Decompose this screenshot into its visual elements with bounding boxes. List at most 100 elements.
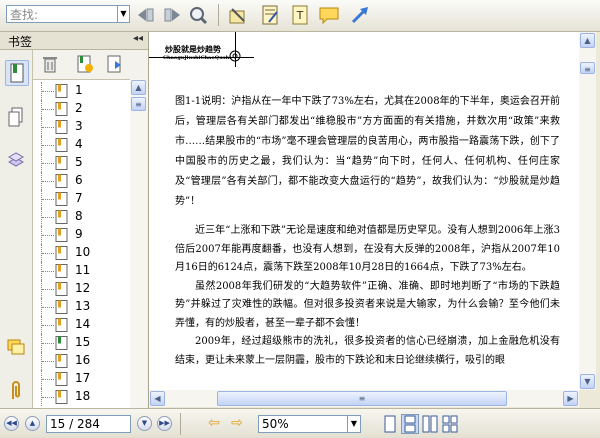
bookmark-label: 18 xyxy=(75,389,91,403)
bookmarks-panel: 书签 ◂◂ 1 2 3 4 5 6 7 8 9 10 11 12 13 14 15 16 17 18 ▲ xyxy=(0,32,149,438)
scroll-thumb[interactable]: ≡ xyxy=(217,391,507,406)
bookmark-item[interactable]: 1 xyxy=(33,82,130,100)
bookmark-label: 3 xyxy=(75,119,83,133)
prev-search-icon[interactable] xyxy=(135,4,157,26)
bookmark-label: 17 xyxy=(75,371,91,385)
first-page-button[interactable]: ◀◀ xyxy=(4,416,19,431)
bookmark-item[interactable]: 2 xyxy=(33,100,130,118)
caption-text: 图1-1说明：沪指从在一年中下跌了73%左右，尤其在2008年的下半年，奥运会召… xyxy=(175,96,560,207)
running-header-subtitle: ChaoguJiushiChaoQushi xyxy=(163,55,232,61)
bookmark-icon xyxy=(55,102,68,116)
edit-note-icon[interactable] xyxy=(259,4,281,26)
layers-tab-icon[interactable] xyxy=(5,147,27,171)
bookmark-label: 4 xyxy=(75,137,83,151)
bookmark-toolbar xyxy=(33,50,148,78)
bookmark-label: 13 xyxy=(75,299,91,313)
paragraph: 近三年“上涨和下跌”无论是速度和绝对值都是历史罕见。没有人想到2006年上涨3倍… xyxy=(175,225,560,273)
bookmark-icon xyxy=(55,336,68,350)
new-bookmark-icon[interactable] xyxy=(73,53,95,75)
panel-tab-strip xyxy=(0,50,33,408)
delete-bookmark-icon[interactable] xyxy=(39,53,61,75)
single-page-icon[interactable] xyxy=(381,414,399,434)
attachments-tab-icon[interactable] xyxy=(5,378,27,402)
bookmark-item[interactable]: 5 xyxy=(33,154,130,172)
pages-tab-icon[interactable] xyxy=(5,105,27,129)
bookmark-icon xyxy=(55,138,68,152)
bookmark-label: 10 xyxy=(75,245,91,259)
bookmark-item[interactable]: 7 xyxy=(33,190,130,208)
paragraph: 2009年，经过超级熊市的洗礼，很多投资者的信心已经崩溃，加上金融危机没有结束，… xyxy=(175,336,560,366)
comment-icon[interactable] xyxy=(318,4,340,26)
bookmarks-tab-icon[interactable] xyxy=(5,60,29,86)
expand-bookmark-icon[interactable] xyxy=(103,53,125,75)
next-page-button[interactable]: ▼ xyxy=(137,416,152,431)
go-back-icon[interactable]: ⇦ xyxy=(205,416,223,431)
bookmark-icon xyxy=(55,246,68,260)
scroll-left-button[interactable]: ◀ xyxy=(150,391,165,406)
scroll-down-button[interactable]: ▼ xyxy=(580,374,595,389)
continuous-facing-icon[interactable] xyxy=(441,414,459,434)
bookmark-item[interactable]: 10 xyxy=(33,244,130,262)
scroll-up-button[interactable]: ▲ xyxy=(131,80,146,95)
bookmark-icon xyxy=(55,300,68,314)
continuous-page-icon[interactable] xyxy=(401,414,419,434)
bookmark-item[interactable]: 17 xyxy=(33,370,130,388)
document-view: 炒股就是炒趋势 ChaoguJiushiChaoQushi 图1-1说明：沪指从… xyxy=(149,32,579,390)
main-toolbar: 查找: ▼ T xyxy=(0,0,600,32)
panel-title: 书签 xyxy=(8,35,33,49)
bookmark-icon xyxy=(55,174,68,188)
zoom-dropdown-button[interactable]: ▼ xyxy=(348,415,361,433)
bookmark-label: 7 xyxy=(75,191,83,205)
zoom-search-icon[interactable] xyxy=(187,4,209,26)
bookmark-item[interactable]: 13 xyxy=(33,298,130,316)
bookmark-icon xyxy=(55,192,68,206)
bookmark-label: 9 xyxy=(75,227,83,241)
prev-page-button[interactable]: ▲ xyxy=(25,416,40,431)
scroll-right-button[interactable]: ▶ xyxy=(563,391,578,406)
navigation-bar: ◀◀ ▲ 15 / 284 ▼ ▶▶ ⇦ ⇨ 50% ▼ xyxy=(0,408,600,438)
bookmark-icon xyxy=(55,282,68,296)
page-number-field[interactable]: 15 / 284 xyxy=(46,415,131,433)
scroll-thumb[interactable]: ≡ xyxy=(131,97,146,111)
bookmark-label: 8 xyxy=(75,209,83,223)
comments-tab-icon[interactable] xyxy=(5,335,27,359)
bookmark-list: 1 2 3 4 5 6 7 8 9 10 11 12 13 14 15 16 17 18 xyxy=(33,79,130,438)
bookmark-icon xyxy=(55,264,68,278)
bookmark-item[interactable]: 18 xyxy=(33,388,130,406)
bookmark-icon xyxy=(55,120,68,134)
next-search-icon[interactable] xyxy=(161,4,183,26)
bookmark-item[interactable]: 3 xyxy=(33,118,130,136)
bookmark-label: 11 xyxy=(75,263,91,277)
collapse-panel-button[interactable]: ◂◂ xyxy=(133,33,143,44)
scroll-up-button[interactable]: ▲ xyxy=(580,33,595,48)
bookmark-item[interactable]: 12 xyxy=(33,280,130,298)
facing-pages-icon[interactable] xyxy=(421,414,439,434)
bookmark-icon xyxy=(55,84,68,98)
bookmark-item[interactable]: 16 xyxy=(33,352,130,370)
search-input[interactable]: 查找: xyxy=(6,5,118,23)
search-dropdown-button[interactable]: ▼ xyxy=(118,5,130,23)
bookmark-item[interactable]: 4 xyxy=(33,136,130,154)
bookmark-item[interactable]: 8 xyxy=(33,208,130,226)
document-scrollbar-horizontal[interactable]: ◀ ≡ ▶ xyxy=(149,390,579,407)
bookmark-icon xyxy=(55,156,68,170)
document-scrollbar-vertical[interactable]: ▲ ≡ ▼ xyxy=(579,32,596,390)
panel-header: 书签 ◂◂ xyxy=(0,32,148,50)
bookmark-item[interactable]: 6 xyxy=(33,172,130,190)
bookmark-label: 15 xyxy=(75,335,91,349)
bookmark-item[interactable]: 14 xyxy=(33,316,130,334)
bookmark-item[interactable]: 9 xyxy=(33,226,130,244)
highlight-tool-icon[interactable] xyxy=(226,4,248,26)
go-forward-icon[interactable]: ⇨ xyxy=(228,416,246,431)
text-box-icon[interactable]: T xyxy=(289,4,311,26)
scroll-thumb[interactable]: ≡ xyxy=(580,62,595,74)
zoom-field[interactable]: 50% xyxy=(258,415,348,433)
bookmark-item[interactable]: 15 xyxy=(33,334,130,352)
arrow-tool-icon[interactable] xyxy=(349,4,371,26)
figure-caption: 图1-1说明：沪指从在一年中下跌了73%左右，尤其在2008年的下半年，奥运会召… xyxy=(175,92,560,212)
bookmark-label: 6 xyxy=(75,173,83,187)
last-page-button[interactable]: ▶▶ xyxy=(157,416,172,431)
bookmark-scrollbar[interactable]: ▲ ≡ ▼ xyxy=(130,79,147,437)
bookmark-item[interactable]: 11 xyxy=(33,262,130,280)
bookmark-label: 1 xyxy=(75,83,83,97)
